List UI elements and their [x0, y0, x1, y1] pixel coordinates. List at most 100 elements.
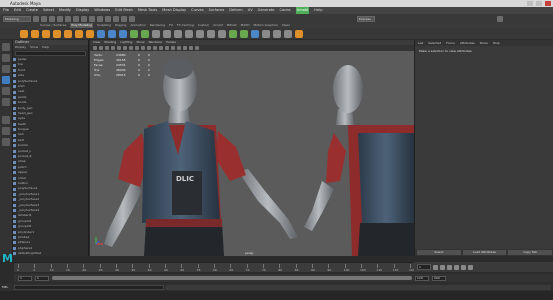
lights-icon[interactable] [159, 46, 163, 50]
poly-cube-icon[interactable] [31, 29, 39, 38]
anti-aliasing-icon[interactable] [183, 46, 187, 50]
menu-item-windows[interactable]: Windows [94, 7, 110, 14]
outliner-menu-show[interactable]: Show [30, 45, 38, 50]
viewport[interactable]: View Shading Lighting Show Renderer Panels [90, 40, 414, 256]
planar-map-icon[interactable] [240, 29, 248, 38]
snap-grid-icon[interactable] [97, 15, 103, 22]
select-hierarchy-icon[interactable] [73, 15, 79, 22]
combine-icon[interactable] [97, 29, 105, 38]
wireframe-icon[interactable] [141, 46, 145, 50]
poly-plane-icon[interactable] [75, 29, 83, 38]
image-plane-icon[interactable] [111, 46, 115, 50]
attr-menu-attributes[interactable]: Attributes [460, 40, 475, 46]
menu-item-mesh-display[interactable]: Mesh Display [162, 7, 186, 14]
bevel-icon[interactable] [174, 29, 182, 38]
bridge-edge-icon[interactable] [185, 29, 193, 38]
menu-item-surfaces[interactable]: Surfaces [209, 7, 225, 14]
smooth-icon[interactable] [119, 29, 127, 38]
snap-curve-icon[interactable] [105, 15, 111, 22]
mirror-icon[interactable] [141, 29, 149, 38]
center-pivot-icon[interactable] [295, 29, 303, 38]
time-slider[interactable]: 1 5 10 15 20 25 30 35 40 45 50 55 60 65 70 75 80 85 90 95 10… [14, 262, 415, 272]
crease-icon[interactable] [262, 29, 270, 38]
uv-editor-icon[interactable] [229, 29, 237, 38]
play-forward-icon[interactable] [454, 264, 459, 270]
move-tool-icon[interactable] [2, 76, 10, 84]
menu-item-select[interactable]: Select [43, 7, 54, 14]
camera-select-icon[interactable] [93, 46, 97, 50]
ipr-render-icon[interactable] [129, 15, 135, 22]
poly-disc-icon[interactable] [86, 29, 94, 38]
select-object-icon[interactable] [81, 15, 87, 22]
new-scene-icon[interactable] [33, 15, 39, 22]
menu-item-edit[interactable]: Edit [14, 7, 21, 14]
save-scene-icon[interactable] [49, 15, 55, 22]
resolution-gate-icon[interactable] [129, 46, 133, 50]
smooth-shade-icon[interactable] [147, 46, 151, 50]
render-icon[interactable] [121, 15, 127, 22]
step-forward-icon[interactable] [461, 264, 466, 270]
close-button[interactable] [545, 1, 551, 6]
four-view-icon[interactable] [2, 127, 10, 135]
maximize-button[interactable] [536, 1, 542, 6]
single-view-icon[interactable] [2, 116, 10, 124]
end-time-field[interactable]: 200 [432, 275, 446, 281]
select-component-icon[interactable] [89, 15, 95, 22]
grid-icon[interactable] [117, 46, 121, 50]
attr-button-select[interactable]: Select [417, 250, 461, 255]
scale-tool-icon[interactable] [2, 98, 10, 106]
menu-item-deform[interactable]: Deform [229, 7, 242, 14]
start-time-field[interactable]: 1 [18, 275, 32, 281]
poly-cylinder-icon[interactable] [42, 29, 50, 38]
minimize-button[interactable] [527, 1, 533, 6]
menu-item-mesh-tools[interactable]: Mesh Tools [138, 7, 157, 14]
camera-dropdown[interactable]: Express [357, 15, 375, 22]
mel-label[interactable]: MEL [2, 285, 12, 289]
extrude-icon[interactable] [152, 29, 160, 38]
rotate-tool-icon[interactable] [2, 87, 10, 95]
fill-hole-icon[interactable] [196, 29, 204, 38]
attr-menu-focus[interactable]: Focus [446, 40, 455, 46]
snap-point-icon[interactable] [113, 15, 119, 22]
attr-button-load-attributes[interactable]: Load Attributes [462, 250, 507, 255]
camera-attrs-icon[interactable] [99, 46, 103, 50]
shadows-icon[interactable] [165, 46, 169, 50]
menu-item-generate[interactable]: Generate [258, 7, 275, 14]
gate-mask-icon[interactable] [135, 46, 139, 50]
go-to-start-icon[interactable] [433, 264, 438, 270]
command-input[interactable] [14, 284, 164, 290]
playback-end-field[interactable]: 120 [415, 275, 429, 281]
soften-edge-icon[interactable] [273, 29, 281, 38]
play-back-icon[interactable] [447, 264, 452, 270]
menu-item-create[interactable]: Create [26, 7, 38, 14]
multi-cut-icon[interactable] [207, 29, 215, 38]
auto-uv-icon[interactable] [251, 29, 259, 38]
poly-torus-icon[interactable] [64, 29, 72, 38]
textured-icon[interactable] [153, 46, 157, 50]
go-to-end-icon[interactable] [468, 264, 473, 270]
lasso-tool-icon[interactable] [2, 54, 10, 62]
menu-item-help[interactable]: Help [314, 7, 322, 14]
sign-in-icon[interactable] [497, 15, 503, 22]
bookmark-icon[interactable] [105, 46, 109, 50]
harden-edge-icon[interactable] [284, 29, 292, 38]
menu-item-arnold[interactable]: Arnold [295, 7, 310, 14]
attr-menu-list[interactable]: List [418, 40, 423, 46]
separate-icon[interactable] [108, 29, 116, 38]
menu-item-curves[interactable]: Curves [191, 7, 203, 14]
undo-icon[interactable] [57, 15, 63, 22]
attr-menu-show[interactable]: Show [480, 40, 488, 46]
current-frame-field[interactable]: 1 [417, 264, 431, 270]
target-weld-icon[interactable] [218, 29, 226, 38]
menu-item-file[interactable]: File [3, 7, 9, 14]
menu-item-display[interactable]: Display [76, 7, 89, 14]
menu-item-edit-mesh[interactable]: Edit Mesh [115, 7, 133, 14]
select-tool-icon[interactable] [2, 43, 10, 51]
boolean-icon[interactable] [130, 29, 138, 38]
outliner-search-input[interactable] [15, 51, 86, 56]
poly-sphere-icon[interactable] [20, 29, 28, 38]
outliner-menu-help[interactable]: Help [42, 45, 49, 50]
xray-icon[interactable] [195, 46, 199, 50]
attr-menu-selected[interactable]: Selected [428, 40, 441, 46]
playback-start-field[interactable]: 1 [35, 275, 49, 281]
